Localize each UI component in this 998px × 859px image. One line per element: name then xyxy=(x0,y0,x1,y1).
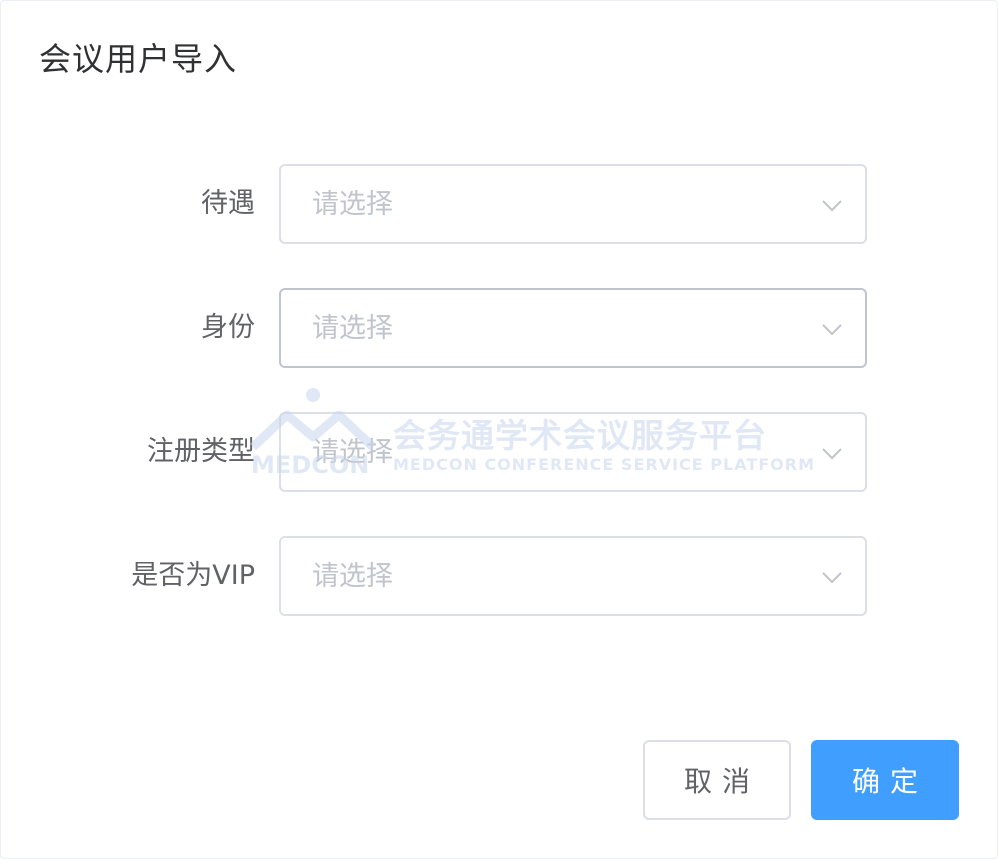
chevron-down-icon xyxy=(822,572,842,584)
confirm-button[interactable]: 确定 xyxy=(811,740,959,820)
registration-type-select[interactable]: 请选择 xyxy=(279,412,867,492)
chevron-down-icon xyxy=(822,200,842,212)
import-users-dialog: 会议用户导入 待遇 请选择 身份 请选择 注册类型 请选择 是否为VIP 请选择… xyxy=(0,0,998,859)
form-row-treatment: 待遇 请选择 xyxy=(1,164,998,244)
identity-label: 身份 xyxy=(201,312,255,343)
form-row-identity: 身份 请选择 xyxy=(1,288,998,368)
treatment-select-placeholder: 请选择 xyxy=(312,189,393,220)
form-row-vip: 是否为VIP 请选择 xyxy=(1,536,998,616)
vip-label: 是否为VIP xyxy=(131,560,255,591)
dialog-title: 会议用户导入 xyxy=(39,40,238,78)
vip-select-placeholder: 请选择 xyxy=(312,561,393,592)
cancel-button[interactable]: 取消 xyxy=(643,740,791,820)
identity-select[interactable]: 请选择 xyxy=(279,288,867,368)
treatment-select[interactable]: 请选择 xyxy=(279,164,867,244)
identity-select-placeholder: 请选择 xyxy=(312,313,393,344)
form-row-registration-type: 注册类型 请选择 xyxy=(1,412,998,492)
chevron-down-icon xyxy=(822,324,842,336)
chevron-down-icon xyxy=(822,448,842,460)
registration-type-label: 注册类型 xyxy=(147,436,255,467)
vip-select[interactable]: 请选择 xyxy=(279,536,867,616)
treatment-label: 待遇 xyxy=(201,188,255,219)
registration-type-select-placeholder: 请选择 xyxy=(312,437,393,468)
